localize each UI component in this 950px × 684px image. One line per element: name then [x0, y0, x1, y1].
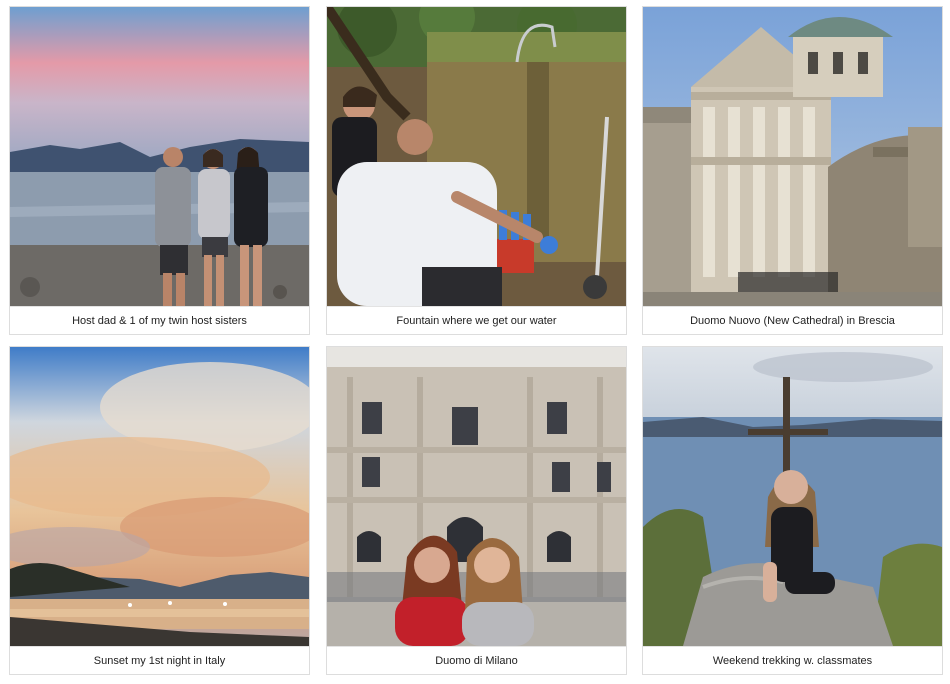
photo-card-sunset[interactable]: Sunset my 1st night in Italy	[9, 346, 310, 675]
photo-gallery: Host dad & 1 of my twin host sisters Fou…	[0, 0, 950, 684]
photo-card-trekking[interactable]: Weekend trekking w. classmates	[642, 346, 943, 675]
photo-caption: Fountain where we get our water	[327, 306, 626, 334]
photo-card-cathedral[interactable]: Duomo Nuovo (New Cathedral) in Brescia	[642, 6, 943, 335]
photo-caption: Duomo di Milano	[327, 646, 626, 674]
family-lakeshore-photo[interactable]	[10, 7, 309, 306]
photo-caption: Duomo Nuovo (New Cathedral) in Brescia	[643, 306, 942, 334]
photo-card-fountain[interactable]: Fountain where we get our water	[326, 6, 627, 335]
sunset-lake-photo[interactable]	[10, 347, 309, 646]
water-fountain-photo[interactable]	[327, 7, 626, 306]
mountain-cross-photo[interactable]	[643, 347, 942, 646]
photo-caption: Host dad & 1 of my twin host sisters	[10, 306, 309, 334]
photo-caption: Sunset my 1st night in Italy	[10, 646, 309, 674]
photo-caption: Weekend trekking w. classmates	[643, 646, 942, 674]
milan-cathedral-photo[interactable]	[327, 347, 626, 646]
photo-card-milan[interactable]: Duomo di Milano	[326, 346, 627, 675]
cathedral-photo[interactable]	[643, 7, 942, 306]
photo-card-host-family[interactable]: Host dad & 1 of my twin host sisters	[9, 6, 310, 335]
